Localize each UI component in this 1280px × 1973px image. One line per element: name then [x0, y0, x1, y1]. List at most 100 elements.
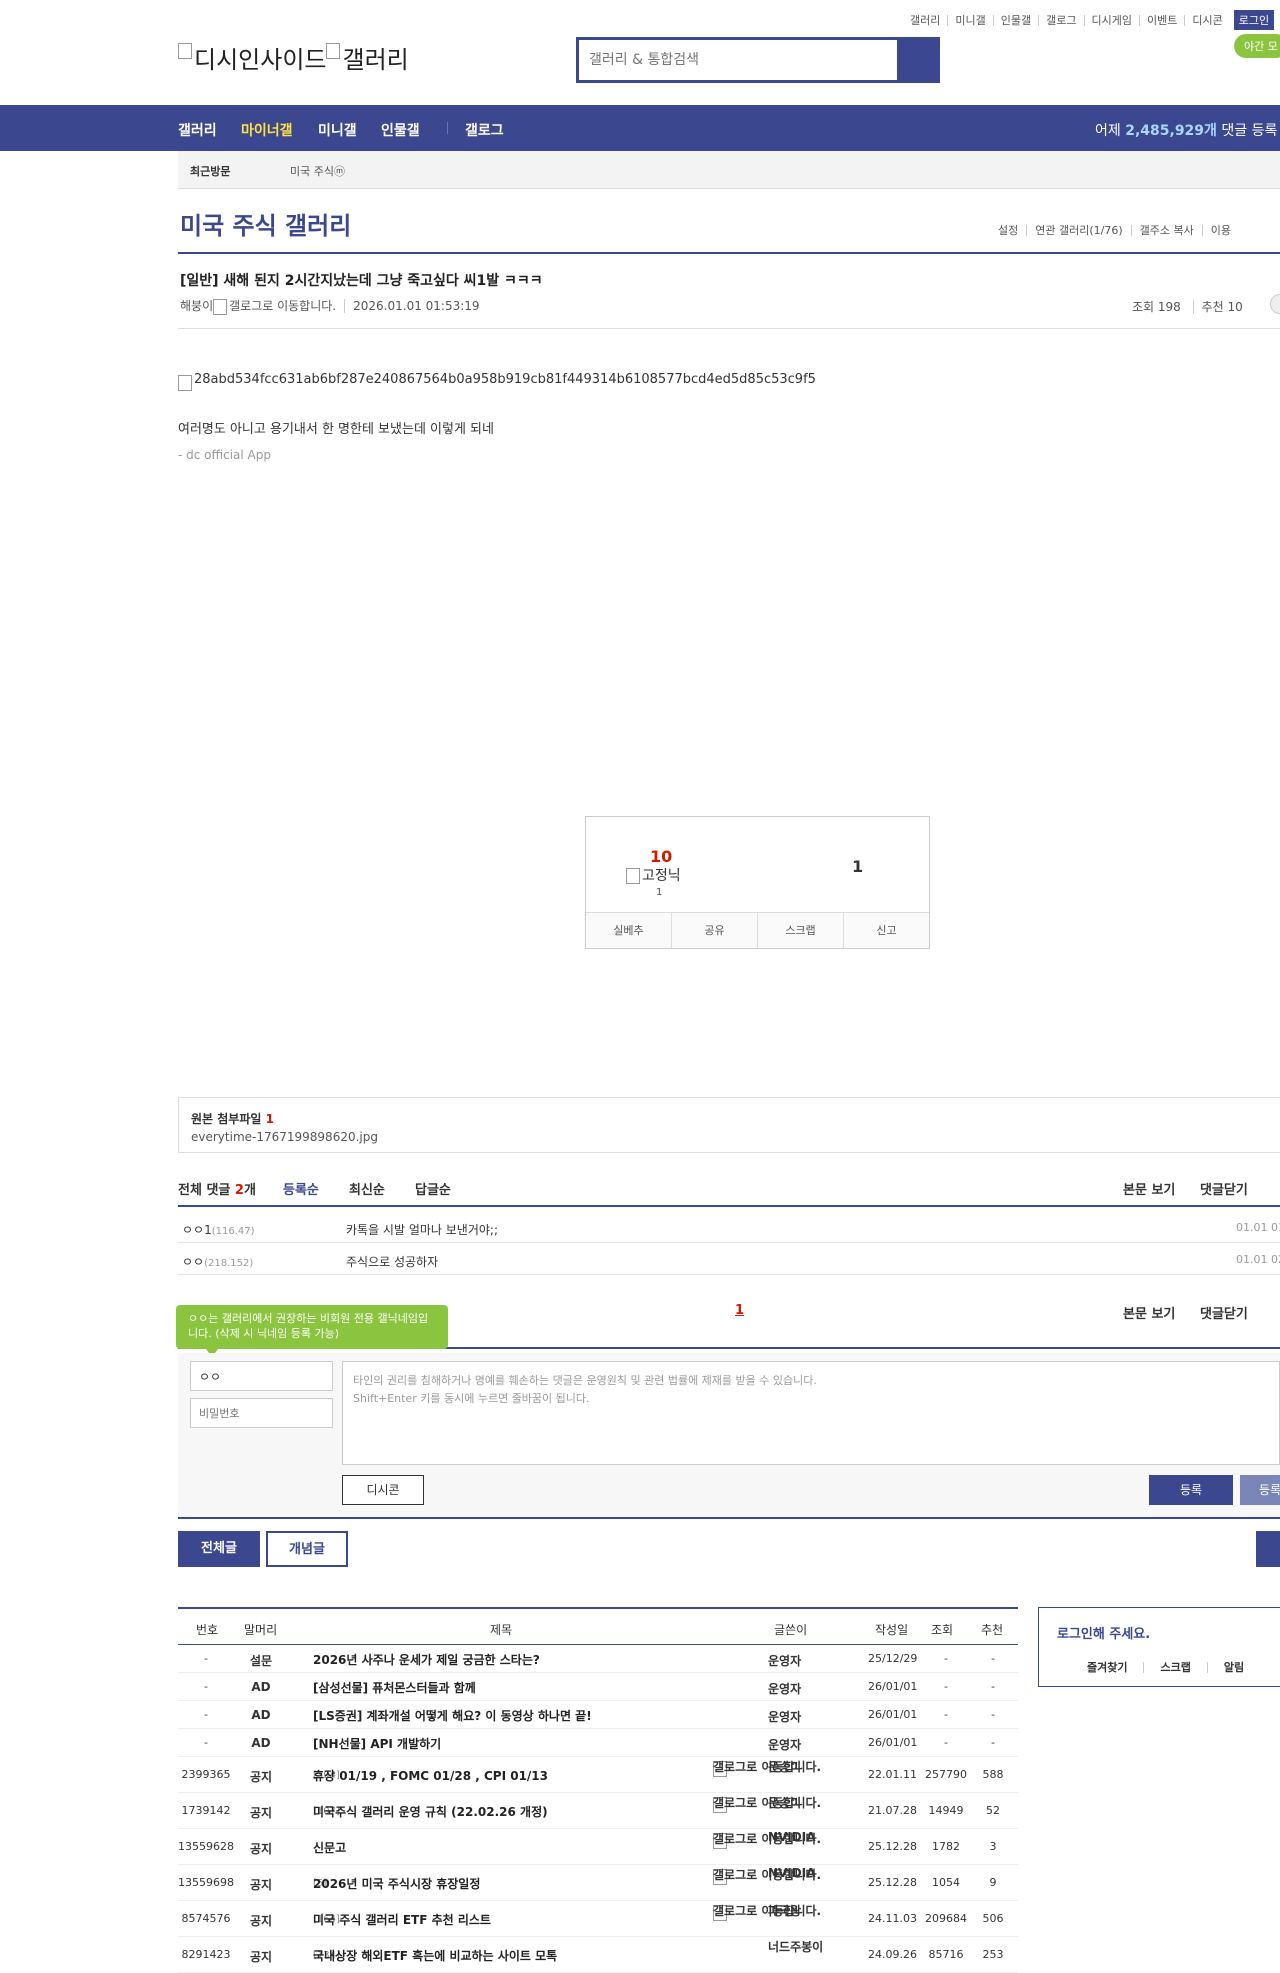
broken-image-icon [178, 43, 192, 59]
tab-concept-posts[interactable]: 개념글 [266, 1531, 348, 1567]
nav-mini[interactable]: 미니갤 [318, 120, 357, 140]
toplink-person[interactable]: 인물갤 [992, 14, 1038, 26]
table-row[interactable]: - AD [삼성선물] 퓨처몬스터들과 함께 운영자 26/01/01- - [178, 1673, 1018, 1701]
copy-address-link[interactable]: 갤주소 복사 [1130, 225, 1202, 236]
comment-row: ㅇㅇ(218.152) 주식으로 성공하자 01.01 02 [178, 1243, 1280, 1275]
sort-latest[interactable]: 최신순 [349, 1179, 385, 1198]
upvote-count: 10 [650, 847, 673, 866]
logo[interactable]: 디시인사이드 갤러리 [178, 40, 409, 75]
scrap-button[interactable]: 스크랩 [757, 913, 843, 948]
comment-textarea[interactable]: 타인의 권리를 침해하거나 명예를 훼손하는 댓글은 운영원칙 및 관련 법률에… [342, 1361, 1280, 1465]
nav-gallery[interactable]: 갤러리 [178, 120, 217, 140]
post-number: 8291423 [181, 1948, 231, 1961]
recent-label: 최근방문 [190, 165, 231, 178]
attachment-file[interactable]: everytime-1767199898620.jpg [191, 1130, 378, 1144]
broken-image-icon [626, 868, 640, 884]
login-button[interactable]: 로그인 [1233, 10, 1275, 30]
gallery-title[interactable]: 미국 주식 갤러리 [180, 206, 351, 241]
write-button[interactable] [1256, 1531, 1280, 1567]
register-with-recommend-button[interactable]: 등록 [1240, 1475, 1280, 1505]
post-image[interactable]: 28abd534fcc631ab6bf287e240867564b0a958b9… [178, 372, 816, 391]
comment-nick[interactable]: ㅇㅇ1(116.47) [182, 1221, 255, 1238]
search-input[interactable] [579, 40, 897, 80]
sort-registered[interactable]: 등록순 [283, 1179, 319, 1198]
post-tag: AD [251, 1680, 271, 1694]
post-date: 26/01/01 [868, 1736, 918, 1749]
recent-item[interactable]: 미국 주식ⓜ [290, 163, 345, 179]
table-row[interactable]: - 설문 2026년 사주나 운세가 제일 궁금한 스타는? 운영자 25/12/29-… [178, 1645, 1018, 1673]
toplink-dcgame[interactable]: 디시게임 [1083, 14, 1139, 26]
login-prompt[interactable]: 로그인해 주세요. [1057, 1623, 1150, 1642]
report-button[interactable]: 신고 [843, 913, 929, 948]
nav-person[interactable]: 인물갤 [381, 120, 420, 140]
post-title-link[interactable]: 2026년 미국 주식시장 휴장일정 [5] [313, 1875, 480, 1891]
close-comments-link[interactable]: 댓글닫기 [1200, 1303, 1248, 1322]
table-row[interactable]: 8291423 공지 국내상장 해외ETF 혹는에 비교하는 사이트 모톡 [134… [178, 1937, 1018, 1973]
night-mode-toggle[interactable]: 야간 모 [1234, 34, 1280, 58]
register-button[interactable]: 등록 [1149, 1475, 1233, 1505]
related-gallery-link[interactable]: 연관 갤러리(1/76) [1026, 225, 1130, 236]
scrap-link[interactable]: 스크랩 [1143, 1662, 1206, 1673]
toplink-gallog[interactable]: 갤로그 [1038, 14, 1083, 26]
table-row[interactable]: 13559698 공지 2026년 미국 주식시장 휴장일정 [5] NVIDIA 갤로… [178, 1865, 1018, 1901]
comment-form: 타인의 권리를 침해하거나 명예를 훼손하는 댓글은 운영원칙 및 관련 법률에… [178, 1353, 1280, 1519]
post-title-link[interactable]: 미국주식 갤러리 운영 규칙 (22.02.26 개정) [107] [313, 1803, 548, 1819]
header-writer: 글쓴이 [774, 1623, 808, 1637]
best-recommend-button[interactable]: 실베추 [586, 913, 671, 948]
post-recommend: 3 [989, 1840, 997, 1853]
post-views: - [944, 1680, 948, 1693]
post-title-link[interactable]: 미국 주식 갤러리 ETF 추천 리스트 [164] [313, 1911, 491, 1927]
dccon-button[interactable]: 디시콘 [342, 1475, 424, 1505]
comment-header: 전체 댓글 2개 등록순 최신순 답글순 본문 보기 댓글닫기 [178, 1179, 1280, 1203]
password-input[interactable] [190, 1398, 333, 1428]
post-date: 26/01/01 [868, 1708, 918, 1721]
table-row[interactable]: 1739142 공지 미국주식 갤러리 운영 규칙 (22.02.26 개정) [1… [178, 1793, 1018, 1829]
toplink-dccon[interactable]: 디시콘 [1184, 14, 1229, 26]
nav-gallog[interactable]: 갤로그 [465, 120, 504, 140]
toplink-event[interactable]: 이벤트 [1138, 14, 1184, 26]
table-row[interactable]: 13559628 공지 신문고 NVIDIA 갤로그로 이동합니다. 25.12.28 17… [178, 1829, 1018, 1865]
post-title-link[interactable]: 국내상장 해외ETF 혹는에 비교하는 사이트 모톡 [134] [313, 1947, 557, 1963]
comment-nick[interactable]: ㅇㅇ(218.152) [182, 1253, 253, 1270]
toplink-gallery[interactable]: 갤러리 [903, 15, 947, 26]
post-recommend: 588 [982, 1768, 1004, 1781]
post-date: 26/01/01 [868, 1680, 918, 1693]
post-writer[interactable]: 해붕이 [180, 299, 213, 313]
post-title-link[interactable]: 휴장 01/19 , FOMC 01/28 , CPI 01/13 [394] [313, 1767, 548, 1783]
post-date: 24.09.26 [868, 1948, 917, 1961]
view-body-link[interactable]: 본문 보기 [1123, 1303, 1175, 1322]
notifications-link[interactable]: 알림 [1206, 1662, 1260, 1673]
post-recommend: 9 [989, 1876, 997, 1889]
divider [178, 1205, 1280, 1207]
header-date: 작성일 [875, 1623, 909, 1637]
post-number: 8574576 [181, 1912, 231, 1925]
comment-date: 01.01 02 [1236, 1253, 1280, 1266]
search-button[interactable] [901, 40, 937, 80]
usage-link[interactable]: 이용 [1201, 225, 1239, 236]
post-date: 24.11.03 [868, 1912, 917, 1925]
post-recommend: 추천 10 [1192, 300, 1251, 314]
table-row[interactable]: - AD [NH선물] API 개발하기 운영자 26/01/01- - [178, 1729, 1018, 1757]
search-box [576, 37, 940, 83]
gallery-settings-link[interactable]: 설정 [990, 225, 1026, 236]
close-comments-link[interactable]: 댓글닫기 [1200, 1179, 1248, 1198]
nav-minor[interactable]: 마이너갤 [241, 120, 293, 140]
tab-all-posts[interactable]: 전체글 [178, 1531, 260, 1567]
more-options-icon[interactable] [1270, 294, 1280, 314]
view-body-link[interactable]: 본문 보기 [1123, 1179, 1175, 1198]
toplink-minigal[interactable]: 미니갤 [947, 14, 992, 26]
post-recommend: - [991, 1680, 995, 1693]
table-row[interactable]: - AD [LS증권] 계좌개설 어떻게 해요? 이 동영상 하나면 끝! 운영자 26… [178, 1701, 1018, 1729]
post-number: 13559628 [178, 1840, 234, 1853]
favorites-link[interactable]: 즐겨찾기 [1039, 1662, 1143, 1673]
fixed-nick-vote[interactable]: 고정닉 [626, 865, 681, 885]
broken-image-icon [326, 43, 341, 59]
sort-reply[interactable]: 답글순 [415, 1179, 451, 1198]
gallog-icon[interactable] [213, 299, 228, 315]
table-row[interactable]: 2399365 공지 휴장 01/19 , FOMC 01/28 , CPI 01/… [178, 1757, 1018, 1793]
share-button[interactable]: 공유 [671, 913, 757, 948]
header-no: 번호 [196, 1623, 219, 1637]
nickname-input[interactable] [190, 1361, 333, 1391]
post-meta: 해붕이 갤로그로 이동합니다. 2026.01.01 01:53:19 [180, 297, 480, 315]
table-row[interactable]: 8574576 공지 미국 주식 갤러리 ETF 추천 리스트 [164] 파국왕 갤로… [178, 1901, 1018, 1937]
